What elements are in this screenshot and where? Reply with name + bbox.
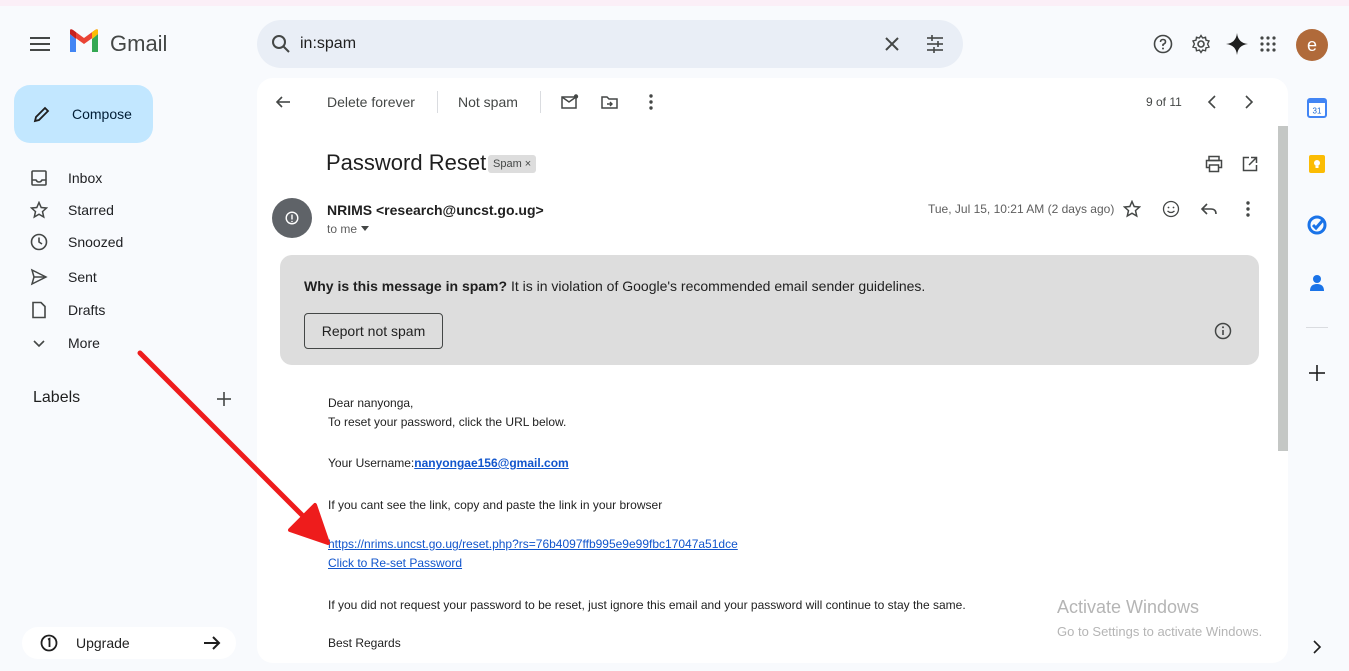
not-spam-button[interactable]: Not spam xyxy=(458,94,518,110)
activation-watermark-title: Activate Windows xyxy=(1057,597,1200,617)
arrow-right-icon xyxy=(204,636,221,650)
email-signoff: Best Regards xyxy=(328,636,401,650)
recipient-details[interactable]: to me xyxy=(327,222,370,236)
pagination-count: 9 of 11 xyxy=(1146,95,1182,109)
sender-avatar[interactable] xyxy=(272,198,312,238)
settings-gear-icon[interactable] xyxy=(1189,32,1213,56)
move-to-icon[interactable] xyxy=(600,92,620,112)
message-subject: Password Reset xyxy=(326,150,487,175)
expand-side-panel-icon[interactable] xyxy=(1306,636,1328,658)
sidebar-item-more[interactable]: More xyxy=(30,331,230,355)
sidebar-item-label: Starred xyxy=(68,202,114,218)
labels-heading: Labels xyxy=(33,389,81,406)
sidebar-item-label: Sent xyxy=(68,269,97,285)
spam-reason-text: Why is this message in spam? It is in vi… xyxy=(304,278,925,294)
toolbar-divider xyxy=(437,91,438,113)
sidebar-item-inbox[interactable]: Inbox xyxy=(30,166,230,190)
keep-notes-icon[interactable] xyxy=(1306,153,1328,175)
message-date: Tue, Jul 15, 10:21 AM (2 days ago) xyxy=(928,202,1115,216)
copy-link-note: If you cant see the link, copy and paste… xyxy=(328,498,663,512)
sidebar-item-snoozed[interactable]: Snoozed xyxy=(30,230,230,254)
remove-label-icon[interactable]: × xyxy=(525,158,531,170)
open-in-new-window-icon[interactable] xyxy=(1240,154,1260,174)
mark-unread-icon[interactable] xyxy=(560,92,580,112)
pencil-icon xyxy=(33,106,50,123)
spam-label-chip[interactable]: Spam × xyxy=(488,155,537,173)
tasks-icon[interactable] xyxy=(1306,214,1328,236)
back-arrow-icon[interactable] xyxy=(273,92,293,112)
gemini-sparkle-icon[interactable] xyxy=(1225,32,1249,56)
username-line: Your Username:nanyongae156@gmail.com xyxy=(328,456,569,470)
email-greeting: Dear nanyonga, xyxy=(328,396,414,410)
reset-url-link[interactable]: https://nrims.uncst.go.ug/reset.php?rs=7… xyxy=(328,537,738,551)
help-icon[interactable] xyxy=(1151,32,1175,56)
email-instruction: To reset your password, click the URL be… xyxy=(328,415,567,429)
send-icon xyxy=(30,268,48,286)
sidebar-item-label: More xyxy=(68,335,100,351)
print-icon[interactable] xyxy=(1204,154,1224,174)
alert-icon xyxy=(285,211,299,225)
info-icon[interactable] xyxy=(1212,320,1234,342)
main-menu-icon[interactable] xyxy=(28,32,52,56)
search-input[interactable] xyxy=(300,28,860,60)
toolbar-divider xyxy=(540,91,541,113)
upgrade-badge-icon xyxy=(40,634,58,652)
more-actions-icon[interactable] xyxy=(641,92,661,112)
app-brand[interactable]: Gmail xyxy=(110,31,167,57)
message-more-icon[interactable] xyxy=(1238,199,1258,219)
recipient-label: to me xyxy=(327,222,358,236)
reply-icon[interactable] xyxy=(1199,199,1219,219)
chevron-down-icon xyxy=(33,340,45,348)
compose-label: Compose xyxy=(72,106,132,122)
search-options-icon[interactable] xyxy=(923,32,947,56)
sidebar-item-drafts[interactable]: Drafts xyxy=(30,298,230,322)
upgrade-label: Upgrade xyxy=(76,635,130,651)
svg-text:31: 31 xyxy=(1313,107,1322,116)
contacts-icon[interactable] xyxy=(1306,272,1328,294)
delete-forever-button[interactable]: Delete forever xyxy=(327,94,415,110)
sidebar-item-label: Drafts xyxy=(68,302,106,318)
report-not-spam-button[interactable]: Report not spam xyxy=(304,313,443,349)
apps-grid-icon[interactable] xyxy=(1256,32,1280,56)
search-icon[interactable] xyxy=(271,34,291,54)
inbox-icon xyxy=(31,170,47,186)
calendar-icon[interactable]: 31 xyxy=(1306,97,1328,119)
previous-message-icon[interactable] xyxy=(1202,92,1222,112)
side-panel-divider xyxy=(1306,327,1328,328)
upgrade-button[interactable]: Upgrade xyxy=(22,627,236,659)
account-avatar[interactable]: e xyxy=(1296,29,1328,61)
sidebar-item-label: Inbox xyxy=(68,170,103,186)
spam-chip-label: Spam xyxy=(493,158,522,170)
reset-password-link[interactable]: Click to Re-set Password xyxy=(328,556,462,570)
sidebar-item-label: Snoozed xyxy=(68,234,124,250)
username-email-link[interactable]: nanyongae156@gmail.com xyxy=(414,456,568,470)
star-icon xyxy=(30,201,48,219)
add-label-icon[interactable] xyxy=(212,387,236,411)
emoji-reaction-icon[interactable] xyxy=(1161,199,1181,219)
clock-icon xyxy=(30,233,48,251)
sender-name[interactable]: NRIMS <research@uncst.go.ug> xyxy=(327,202,544,218)
spam-reason-heading: Why is this message in spam? xyxy=(304,278,508,294)
sidebar-item-starred[interactable]: Starred xyxy=(30,198,230,222)
get-addons-plus-icon[interactable] xyxy=(1306,362,1328,384)
clear-search-icon[interactable] xyxy=(880,32,904,56)
ignore-note: If you did not request your password to … xyxy=(328,598,966,612)
activation-watermark-subtitle: Go to Settings to activate Windows. xyxy=(1057,624,1263,639)
next-message-icon[interactable] xyxy=(1239,92,1259,112)
star-message-icon[interactable] xyxy=(1122,199,1142,219)
sidebar-item-sent[interactable]: Sent xyxy=(30,265,230,289)
compose-button[interactable]: Compose xyxy=(14,85,153,143)
spam-reason-detail: It is in violation of Google's recommend… xyxy=(507,278,926,294)
draft-icon xyxy=(32,301,46,319)
username-label: Your Username: xyxy=(328,456,415,470)
gmail-logo-icon[interactable] xyxy=(68,28,104,58)
caret-down-icon xyxy=(361,226,370,231)
message-scrollbar[interactable] xyxy=(1278,126,1288,451)
window-top-strip xyxy=(0,0,1349,6)
